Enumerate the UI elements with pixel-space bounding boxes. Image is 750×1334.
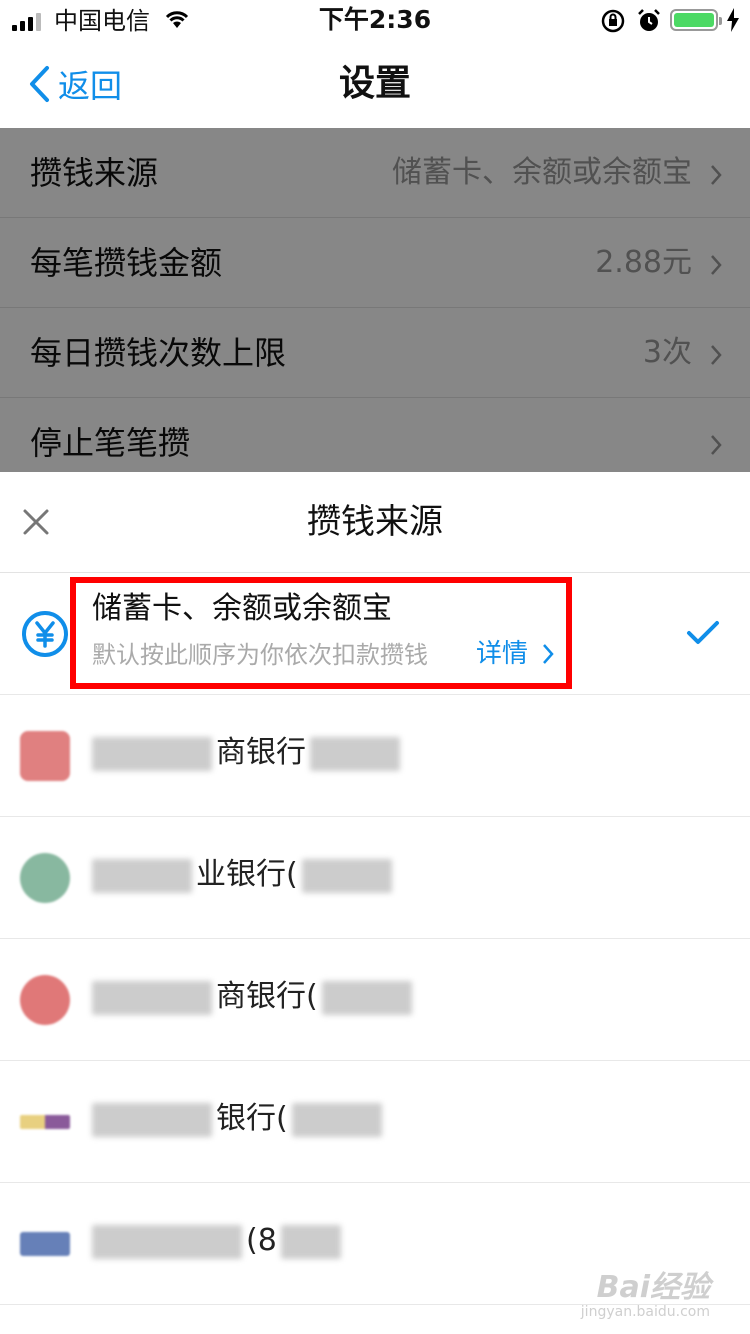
- bank-name: 商银行: [92, 731, 404, 775]
- bank-name: (8: [92, 1219, 345, 1263]
- alarm-icon: [638, 9, 660, 31]
- option-bank-card[interactable]: 商银行(: [0, 939, 750, 1061]
- option-title: 储蓄卡、余额或余额宝: [92, 591, 392, 626]
- bank-logo-icon: [20, 1115, 70, 1129]
- bank-logo-icon: [20, 975, 70, 1025]
- option-bank-card[interactable]: 商银行: [0, 695, 750, 817]
- bank-name: 商银行(: [92, 975, 416, 1019]
- option-bank-card[interactable]: 银行(: [0, 1061, 750, 1183]
- details-label: 详情: [476, 639, 529, 669]
- option-subtitle: 默认按此顺序为你依次扣款攒钱: [92, 641, 428, 669]
- bank-name: 业银行(: [92, 853, 396, 897]
- rotation-lock-icon: [601, 9, 625, 33]
- chevron-right-icon: [543, 644, 554, 664]
- sheet-header: 攒钱来源: [0, 472, 750, 573]
- charging-bolt-icon: [727, 8, 739, 32]
- watermark-url: jingyan.baidu.com: [580, 1304, 710, 1320]
- option-default-source[interactable]: 储蓄卡、余额或余额宝 默认按此顺序为你依次扣款攒钱 详情: [0, 573, 750, 695]
- modal-backdrop[interactable]: [0, 128, 750, 472]
- watermark-logo: Bai经验: [596, 1270, 710, 1305]
- bank-logo-icon: [20, 1232, 70, 1256]
- bank-logo-icon: [20, 853, 70, 903]
- checkmark-icon: [687, 621, 719, 644]
- sheet-title: 攒钱来源: [307, 502, 443, 542]
- yuan-coin-icon: [22, 611, 68, 657]
- bank-logo-icon: [20, 731, 70, 781]
- status-bar: 中国电信 下午2:36: [0, 0, 750, 40]
- option-bank-card[interactable]: 业银行(: [0, 817, 750, 939]
- baidu-jingyan-watermark: Bai经验 jingyan.baidu.com: [570, 1270, 710, 1321]
- page-title: 设置: [338, 63, 411, 104]
- battery-icon: [670, 9, 722, 31]
- bank-name: 银行(: [92, 1097, 386, 1141]
- navigation-bar: 返回 设置: [0, 40, 750, 128]
- details-link[interactable]: 详情: [476, 635, 554, 673]
- source-picker-sheet: 攒钱来源 储蓄卡、余额或余额宝 默认按此顺序为你依次扣款攒钱 详情 商银行 业银…: [0, 472, 750, 1334]
